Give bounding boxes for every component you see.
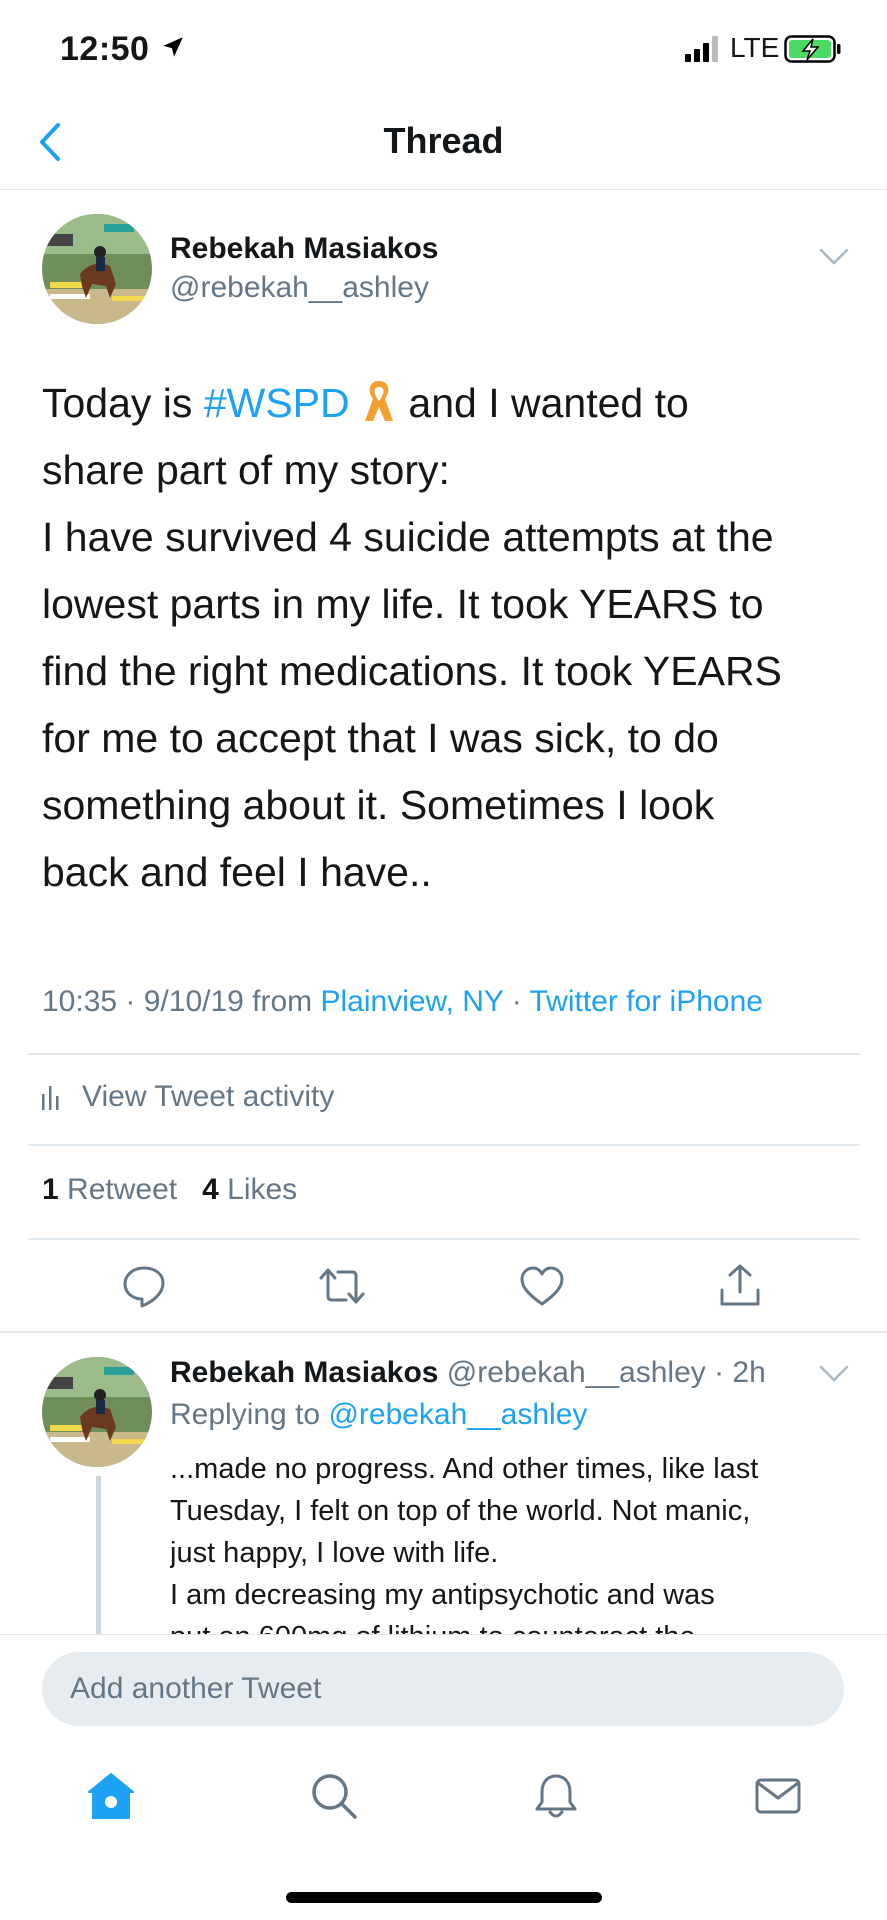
activity-label: View Tweet activity	[82, 1080, 335, 1113]
like-icon[interactable]	[518, 1262, 566, 1310]
home-indicator[interactable]	[286, 1892, 602, 1903]
chevron-down-icon[interactable]	[818, 246, 850, 268]
client-link[interactable]: Twitter for iPhone	[530, 985, 763, 1018]
retweet-icon[interactable]	[318, 1262, 366, 1310]
author-handle[interactable]: @rebekah__ashley	[170, 271, 429, 305]
divider	[28, 1053, 860, 1055]
retweets-count-link[interactable]: 1 Retweet	[42, 1173, 177, 1206]
reply-line: I am decreasing my antipsychotic and was	[170, 1579, 715, 1611]
add-tweet-input[interactable]: Add another Tweet	[42, 1652, 844, 1726]
replying-to: Replying to @rebekah__ashley	[170, 1398, 588, 1431]
nav-bar: Thread	[0, 100, 887, 190]
reply-text: ...made no progress. And other times, li…	[170, 1448, 850, 1634]
notifications-icon[interactable]	[530, 1770, 582, 1822]
chevron-down-icon[interactable]	[818, 1363, 850, 1385]
reply-author-name[interactable]: Rebekah Masiakos	[170, 1356, 438, 1389]
reply-line: just happy, I love with life.	[170, 1537, 499, 1569]
cellular-signal-icon	[685, 36, 718, 62]
status-bar: 12:50 LTE	[0, 0, 887, 100]
status-time: 12:50	[60, 30, 150, 68]
tweet-line: lowest parts in my life. It took YEARS t…	[42, 581, 764, 627]
author-name[interactable]: Rebekah Masiakos	[170, 232, 438, 266]
location-arrow-icon	[163, 37, 183, 57]
reply-header[interactable]: Rebekah Masiakos @rebekah__ashley · 2h	[170, 1356, 766, 1390]
share-icon[interactable]	[716, 1262, 764, 1310]
messages-icon[interactable]	[752, 1770, 804, 1822]
horse-rider-photo	[42, 214, 152, 324]
search-icon[interactable]	[308, 1770, 360, 1822]
battery-charging-icon	[784, 35, 841, 63]
divider	[28, 1238, 860, 1240]
location-link[interactable]: Plainview, NY	[321, 985, 504, 1018]
compose-placeholder: Add another Tweet	[70, 1672, 322, 1705]
likes-count-link[interactable]: 4 Likes	[202, 1173, 297, 1206]
tweet-line: share part of my story:	[42, 447, 450, 493]
reply-line: ...made no progress. And other times, li…	[170, 1453, 759, 1485]
page-title: Thread	[383, 120, 504, 161]
reply-avatar[interactable]	[42, 1357, 152, 1467]
awareness-ribbon-icon	[365, 381, 394, 421]
bar-chart-icon	[42, 1086, 59, 1110]
home-icon[interactable]	[85, 1770, 137, 1822]
avatar[interactable]	[42, 214, 152, 324]
engagement-counts: 1 Retweet 4 Likes	[42, 1173, 297, 1207]
tweet-line: find the right medications. It took YEAR…	[42, 648, 782, 694]
divider	[28, 1144, 860, 1146]
thread-connector-line	[96, 1476, 101, 1636]
tweet-meta: 10:35 · 9/10/19 from Plainview, NY · Twi…	[42, 985, 763, 1018]
tweet-line: Today is #WSPD and I wanted to	[42, 370, 862, 437]
reply-icon[interactable]	[120, 1262, 168, 1310]
tweet-text: Today is #WSPD and I wanted to share par…	[42, 370, 862, 906]
tweet-line: something about it. Sometimes I look	[42, 782, 715, 828]
tweet-line: back and feel I have..	[42, 849, 432, 895]
view-tweet-activity-button[interactable]: View Tweet activity	[42, 1075, 334, 1119]
reply-line: Tuesday, I felt on top of the world. Not…	[170, 1495, 751, 1527]
tweet-line: for me to accept that I was sick, to do	[42, 715, 719, 761]
tweet-line: I have survived 4 suicide attempts at th…	[42, 514, 774, 560]
reply-line: put on 600mg of lithium to counteract th…	[170, 1616, 850, 1634]
replying-to-link[interactable]: @rebekah__ashley	[328, 1398, 587, 1431]
network-type: LTE	[730, 32, 780, 63]
horse-rider-photo	[42, 1357, 152, 1467]
divider	[0, 1331, 887, 1333]
reply-handle-time: @rebekah__ashley · 2h	[438, 1356, 766, 1389]
hashtag-link[interactable]: #WSPD	[204, 380, 350, 426]
